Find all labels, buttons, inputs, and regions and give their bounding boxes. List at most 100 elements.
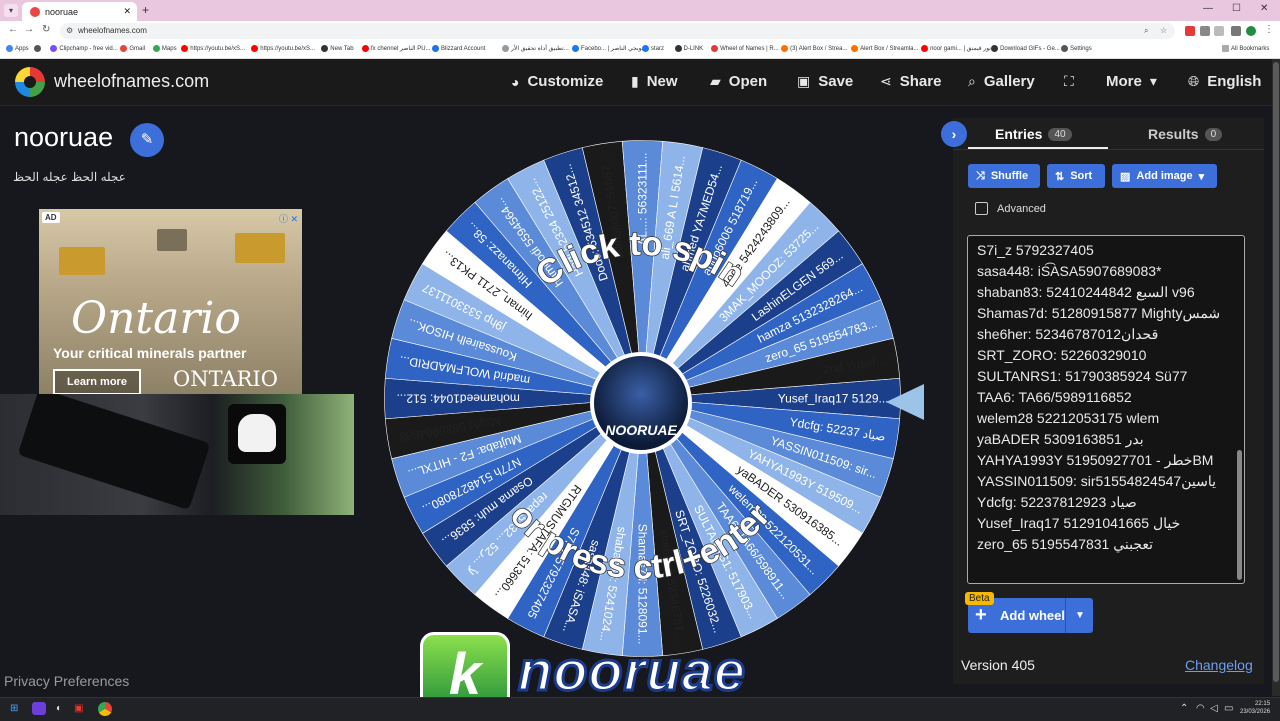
bookmark-item[interactable]: Clipchamp - free vid... (50, 45, 118, 52)
site-info-icon[interactable]: ⚙ (66, 23, 73, 39)
entry-line[interactable]: sasa448: iS͡ASA5907689083* (977, 263, 1161, 279)
advanced-toggle[interactable]: Advanced (975, 202, 1046, 215)
bookmark-item[interactable]: New Tab (321, 45, 354, 52)
minimize-icon[interactable]: — (1203, 3, 1213, 14)
bookmark-item[interactable]: Alert Box / Streamla... (851, 45, 918, 52)
bookmark-item[interactable]: (3) Alert Box / Strea... (781, 45, 847, 52)
address-bar[interactable]: ⚙ wheelofnames.com ⌕ ☆ (60, 23, 1175, 39)
close-window-icon[interactable]: ✕ (1260, 3, 1268, 14)
open-button[interactable]: ▰ Open (710, 73, 767, 90)
profile-avatar[interactable] (1246, 26, 1256, 36)
entry-line[interactable]: zero_65 5195547831 تعجبني (977, 536, 1153, 553)
forward-icon[interactable]: → (24, 24, 34, 35)
bookmark-item[interactable]: https://youtu.be/xS... (181, 45, 245, 52)
all-bookmarks[interactable]: All Bookmarks (1222, 45, 1269, 52)
entry-line[interactable]: SRT_ZORO: 52260329010 (977, 347, 1146, 363)
volume-icon[interactable]: ◁ (1210, 703, 1218, 714)
bookmark-item[interactable]: Maps (152, 45, 177, 52)
browser-tab[interactable]: nooruae ✕ (22, 2, 137, 21)
advertisement[interactable]: AD ⓘ ✕ Ontario Your critical minerals pa… (39, 209, 302, 394)
edit-title-button[interactable]: ✎ (130, 123, 164, 157)
entry-line[interactable]: Ydcfg: 52237812923 صياد (977, 494, 1137, 511)
site-name[interactable]: wheelofnames.com (54, 71, 209, 92)
bookmark-item[interactable] (34, 45, 43, 52)
customize-button[interactable]: ◕ Customize (511, 73, 603, 90)
entry-line[interactable]: TAA6: TA66/5989116852 (977, 389, 1132, 405)
entries-scrollbar-thumb[interactable] (1237, 450, 1242, 580)
bookmark-label: https://youtu.be/xS... (260, 45, 315, 52)
bookmark-item[interactable]: Download GIFs - Ge... (991, 45, 1060, 52)
bookmark-item[interactable]: Settings (1061, 45, 1092, 52)
bookmark-favicon-icon (711, 45, 719, 52)
gallery-button[interactable]: ⌕ Gallery (968, 73, 1035, 90)
bookmark-item[interactable]: Wheel of Names | R... (711, 45, 779, 52)
bookmark-item[interactable]: starz (642, 45, 664, 52)
entry-line[interactable]: Yusef_Iraq17 51291041665 خيال (977, 515, 1180, 532)
entries-scrollbar[interactable] (1237, 240, 1242, 580)
bookmark-item[interactable]: Gmail (120, 45, 145, 52)
bookmark-item[interactable]: https://youtu.be/xS... (251, 45, 315, 52)
page-scrollbar-thumb[interactable] (1273, 62, 1279, 682)
wheel-center-image[interactable] (590, 352, 692, 454)
battery-icon[interactable]: ▭ (1224, 703, 1233, 714)
language-button[interactable]: 🌐︎ English (1188, 73, 1261, 90)
entry-line[interactable]: Shamas7d: 51280915877 Mightyشمس (977, 305, 1220, 322)
tab-results[interactable]: Results 0 (1148, 126, 1223, 142)
sort-button[interactable]: ⇅ Sort (1047, 164, 1105, 188)
entry-line[interactable]: SULTANRS1: 51790385924 Sü77 (977, 368, 1187, 384)
extensions-icon[interactable] (1200, 26, 1210, 36)
changelog-link[interactable]: Changelog (1185, 657, 1253, 673)
advanced-checkbox[interactable] (975, 202, 988, 215)
windows-start-icon[interactable]: ⊞ (10, 703, 18, 714)
wheelofnames-logo-icon[interactable] (15, 67, 45, 97)
collapse-panel-button[interactable]: › (941, 121, 967, 147)
save-button[interactable]: ▣ Save (797, 73, 853, 90)
chrome-menu-icon[interactable]: ⋮ (1264, 24, 1274, 35)
bookmark-item[interactable]: Facebo... | بوبجي الناصر (572, 45, 643, 52)
taskbar-app-icon[interactable] (32, 702, 46, 715)
fullscreen-button[interactable]: ⛶ (1064, 73, 1074, 90)
bookmark-item[interactable]: Apps (6, 45, 29, 52)
zoom-icon[interactable]: ⌕ (1144, 23, 1148, 39)
bookmark-star-icon[interactable]: ☆ (1160, 23, 1167, 39)
taskbar-app3-icon[interactable]: ▣ (74, 703, 83, 714)
extension-icon[interactable] (1185, 26, 1195, 36)
entries-textarea[interactable]: S7i_z 5792327405 sasa448: iS͡ASA590768908… (967, 235, 1245, 584)
maximize-icon[interactable]: ☐ (1232, 3, 1241, 14)
bookmark-item[interactable]: تطبيق أداة تحقيق الأر... (502, 45, 569, 52)
more-button[interactable]: More ▾ (1106, 73, 1157, 90)
ad-info-icon[interactable]: ⓘ ✕ (279, 212, 298, 225)
bookmark-item[interactable]: Blizzard Account (432, 45, 485, 52)
ad-learn-more-button[interactable]: Learn more (53, 369, 141, 394)
downloads-icon[interactable] (1214, 26, 1224, 36)
tab-close-icon[interactable]: ✕ (123, 6, 131, 17)
new-button[interactable]: ▮ New (631, 73, 678, 90)
bookmark-item[interactable]: fx chennel الناصر PU... (362, 45, 431, 52)
bookmark-item[interactable]: D-LINK (674, 45, 703, 52)
bookmark-item[interactable]: noor gami... | نور قيمنق (921, 45, 991, 52)
back-icon[interactable]: ← (8, 24, 18, 35)
entry-line[interactable]: yaBADER 5309163851 بدر (977, 431, 1144, 448)
add-image-button[interactable]: ▨ Add image ▾ (1112, 164, 1217, 188)
tab-entries[interactable]: Entries 40 (995, 126, 1072, 142)
chrome-taskbar-icon[interactable] (98, 702, 112, 716)
new-tab-button[interactable]: + (142, 3, 149, 17)
shuffle-button[interactable]: ⤨ Shuffle (968, 164, 1040, 188)
wifi-icon[interactable]: ◠ (1196, 703, 1205, 714)
add-wheel-dropdown-icon[interactable]: ▼ (1065, 598, 1094, 633)
sidepanel-icon[interactable] (1231, 26, 1241, 36)
taskbar-clock[interactable]: 22:15 23/03/2026 (1240, 700, 1270, 716)
tray-chevron-icon[interactable]: ⌃ (1180, 703, 1188, 714)
reload-icon[interactable]: ↻ (42, 24, 50, 35)
entry-line[interactable]: she6her: 52346787012قحدان (977, 326, 1158, 343)
share-button[interactable]: ⋖ Share (880, 73, 941, 90)
entry-line[interactable]: YASSIN011509: sir51554824547ياسين (977, 473, 1216, 490)
page-scrollbar[interactable] (1272, 59, 1280, 696)
entry-line[interactable]: shaban83: 52410244842 السبع v96 (977, 284, 1195, 301)
tab-search-button[interactable]: ▾ (4, 4, 18, 17)
entry-line[interactable]: S7i_z 5792327405 (977, 242, 1094, 258)
entry-line[interactable]: YAHYA1993Y 51950927701 - خطرBM (977, 452, 1213, 469)
privacy-preferences-link[interactable]: Privacy Preferences (4, 673, 129, 689)
entry-line[interactable]: welem28 52212053175 wlem (977, 410, 1159, 426)
taskbar-app2-icon[interactable]: ◐ (56, 703, 62, 714)
